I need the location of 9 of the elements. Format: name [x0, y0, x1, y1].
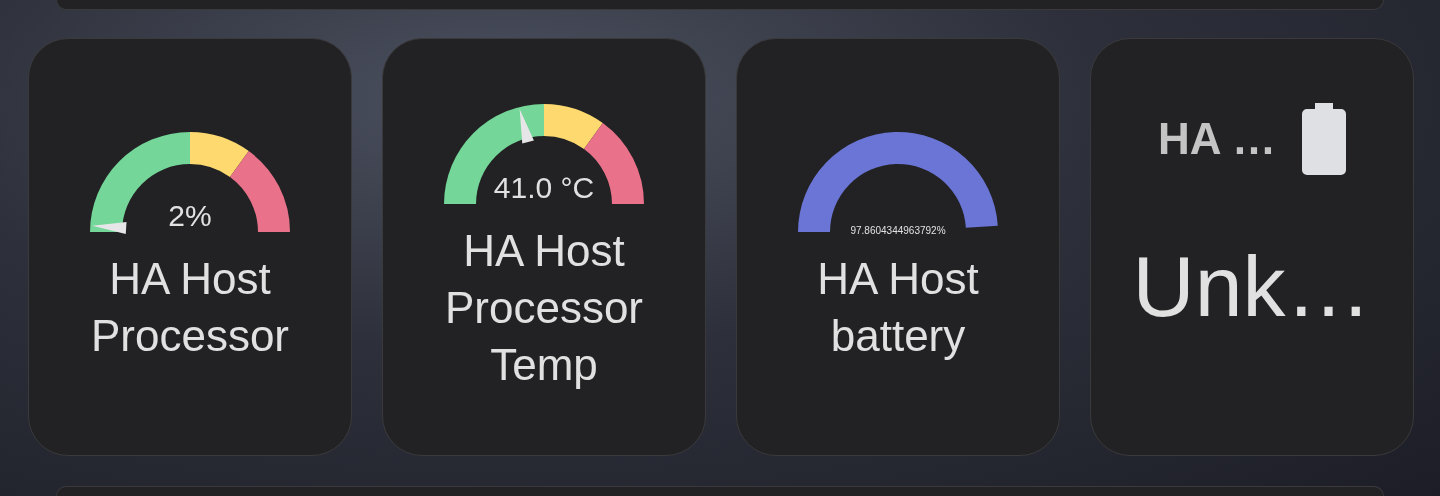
- sensor-name: HA Host battery: [816, 253, 980, 362]
- sensor-name: HA Host Processor Temp: [443, 224, 645, 391]
- battery-icon: [1302, 103, 1347, 175]
- gauge-value: 41.0 °C: [493, 170, 595, 204]
- sensor-name: HA Host Processor: [89, 253, 291, 362]
- entity-name: HA …: [1157, 114, 1277, 164]
- gauge-value: 97.8604344963792%: [850, 225, 946, 236]
- gauge-value: 2%: [168, 199, 212, 232]
- entity-state: Unk…: [1132, 237, 1372, 336]
